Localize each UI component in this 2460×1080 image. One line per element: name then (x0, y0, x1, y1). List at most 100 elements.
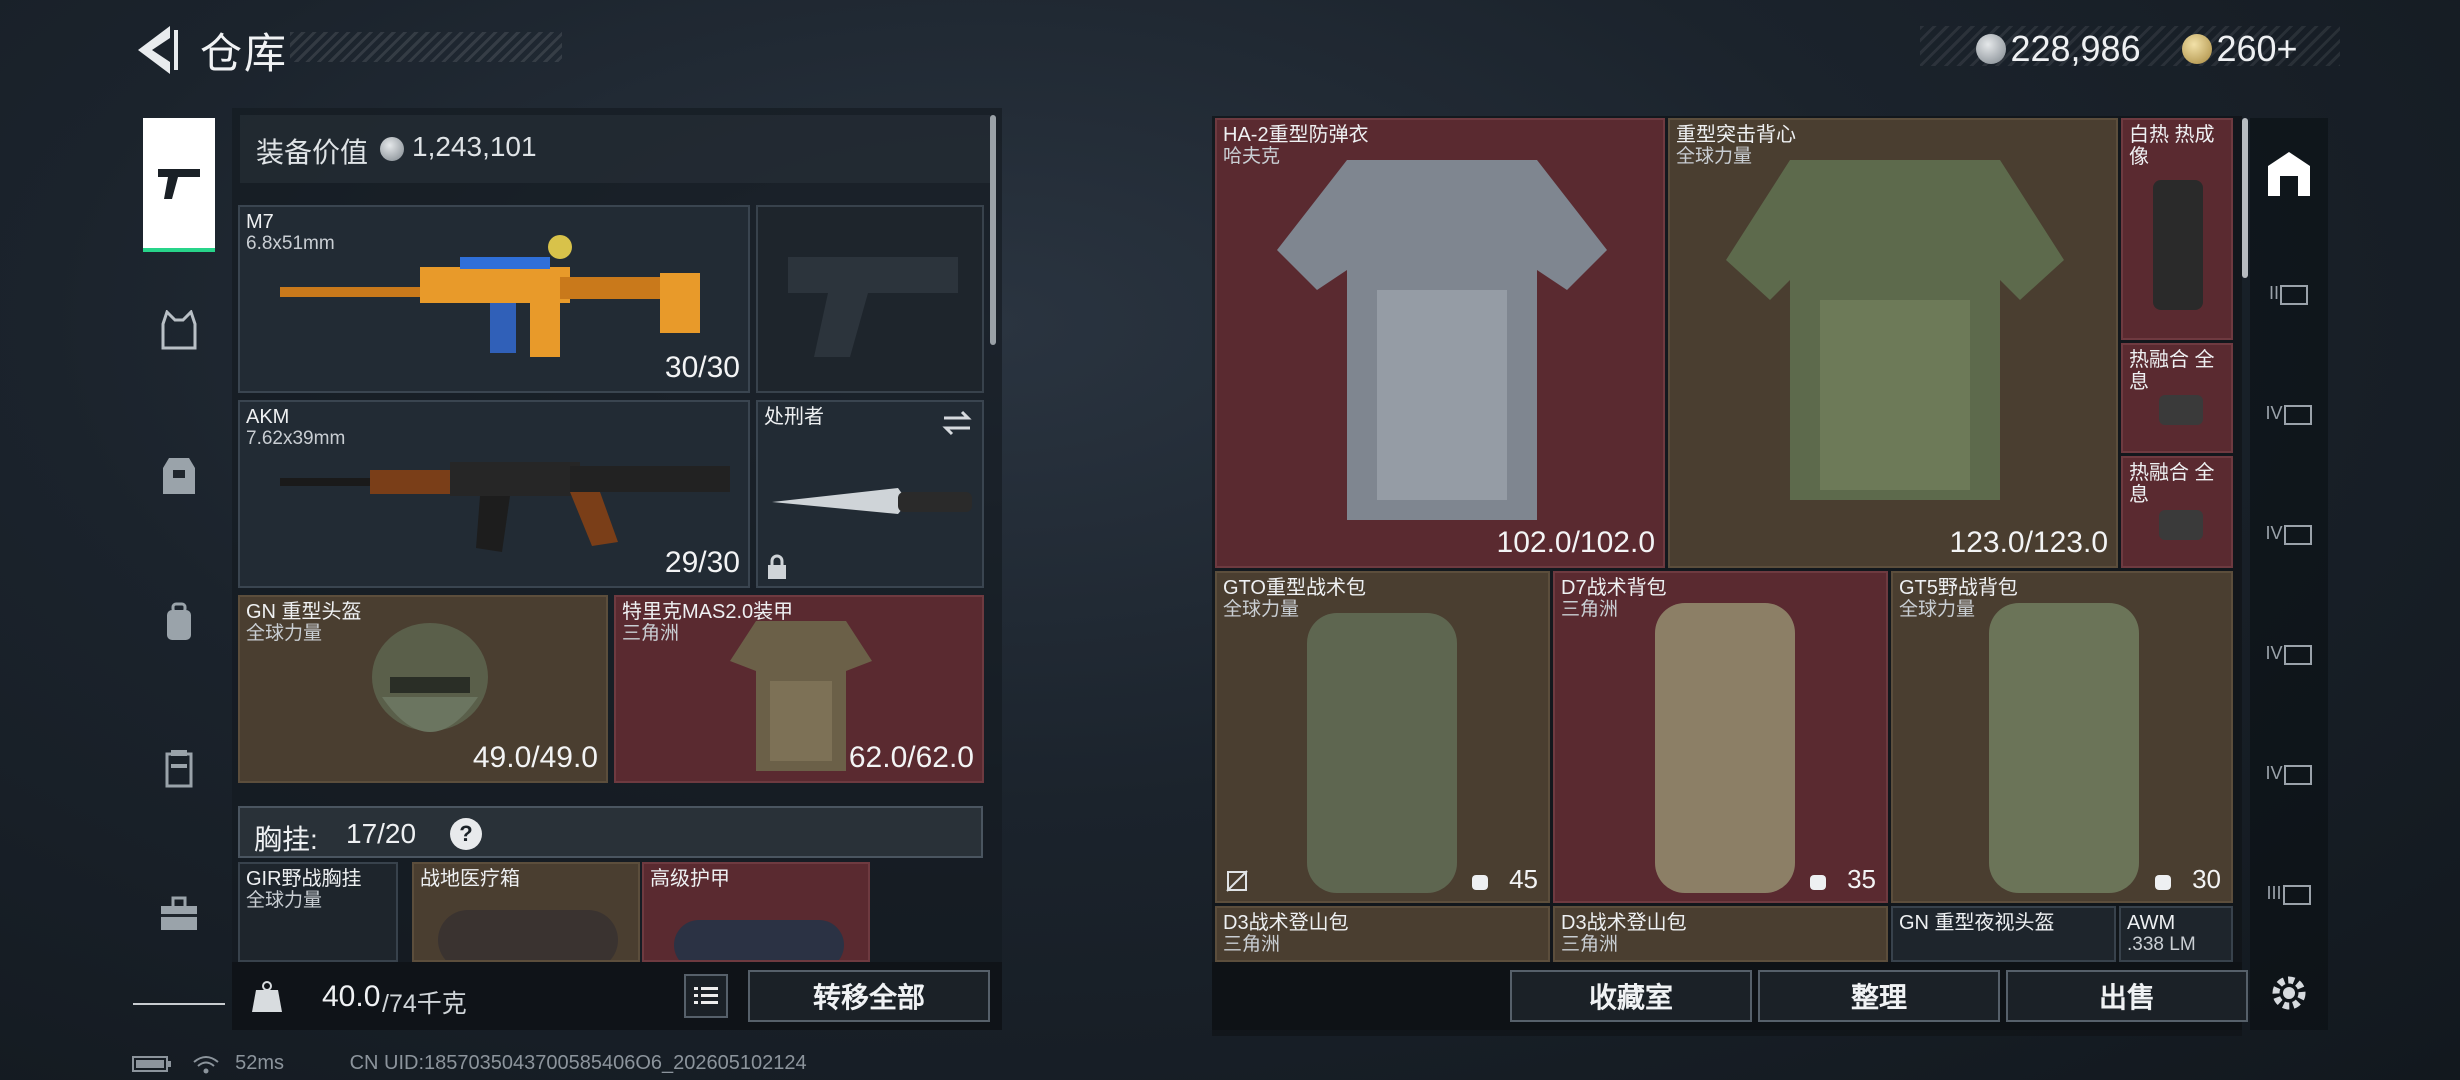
list-item[interactable]: GIR野战胸挂 全球力量 (238, 862, 398, 962)
stash-page-sidebar: II IV IV IV IV III (2250, 118, 2328, 1030)
capacity-icon (2155, 875, 2171, 890)
title-stripe (290, 32, 562, 62)
stash-page-7[interactable]: III (2264, 868, 2314, 918)
help-icon[interactable]: ? (450, 818, 482, 850)
organize-button[interactable]: 整理 (1758, 970, 2000, 1022)
ping-text: 52ms (235, 1052, 285, 1074)
capacity-icon (1472, 875, 1488, 890)
chest-rig-count: 17/20 (346, 818, 417, 849)
uid-text: CN UID:1857035043700585406O6_20260510212… (349, 1052, 807, 1074)
slot-primary-weapon[interactable]: M7 6.8x51mm 30/30 (238, 205, 750, 393)
stash-item[interactable]: 重型突击背心 全球力量 123.0/123.0 (1668, 118, 2118, 568)
transfer-all-button[interactable]: 转移全部 (748, 970, 990, 1022)
stash-item[interactable]: D3战术登山包 三角洲 (1215, 906, 1550, 962)
weight-bar: 40.0 /74千克 转移全部 (232, 962, 1002, 1030)
equipment-value-bar: 装备价值 1,243,101 (240, 115, 990, 183)
list-item[interactable]: 战地医疗箱 (412, 862, 640, 962)
back-button[interactable] (130, 22, 180, 78)
briefcase-icon (161, 896, 197, 930)
stash-item[interactable]: 白热 热成像 (2121, 118, 2233, 340)
stash-item[interactable]: D3战术登山包 三角洲 (1553, 906, 1888, 962)
category-case[interactable] (143, 878, 215, 950)
equip-value-label: 装备价值 (256, 137, 369, 168)
stash-page-5[interactable]: IV (2264, 628, 2314, 678)
weight-max: /74千克 (382, 990, 467, 1018)
vest-icon (161, 310, 197, 350)
knife-image (772, 488, 972, 514)
chest-rig-bar: 胸挂: 17/20 ? (238, 806, 983, 858)
weight-icon (252, 981, 282, 1012)
slot-helmet[interactable]: GN 重型头盔 全球力量 49.0/49.0 (238, 595, 608, 783)
left-scrollbar[interactable] (990, 115, 996, 345)
holo-sight-image (2159, 395, 2203, 425)
stash-page-2[interactable]: II (2264, 268, 2314, 318)
slot-pistol[interactable] (756, 205, 984, 393)
stash-item[interactable]: AWM .338 LM (2119, 906, 2233, 962)
armor-ha2-image (1277, 160, 1607, 520)
sell-button[interactable]: 出售 (2006, 970, 2248, 1022)
page-title: 仓库 (200, 30, 289, 77)
backpack-icon (167, 602, 191, 640)
currency-tekniq[interactable]: 228,986 (1976, 28, 2141, 70)
stash-page-3[interactable]: IV (2264, 388, 2314, 438)
category-backpack[interactable] (143, 586, 215, 658)
stash-item[interactable]: 热融合 全息 (2121, 343, 2233, 453)
thermal-scope-image (2153, 180, 2203, 310)
pistol-silhouette-icon (788, 257, 958, 357)
stash-item[interactable]: D7战术背包 三角洲 35 (1553, 571, 1888, 903)
armor-icon (163, 458, 195, 494)
stash-scrollbar[interactable] (2242, 118, 2248, 278)
category-weapons[interactable] (143, 118, 215, 252)
swap-icon[interactable] (940, 410, 974, 436)
category-sidebar (133, 108, 225, 1008)
list-view-button[interactable] (684, 974, 728, 1018)
armor-assault-vest-image (1726, 160, 2064, 500)
slot-body-armor[interactable]: 特里克MAS2.0装甲 三角洲 62.0/62.0 (614, 595, 984, 783)
wifi-icon (192, 1055, 219, 1074)
category-armor[interactable] (143, 440, 215, 512)
backpack-gt5-image (1989, 603, 2139, 893)
pistol-icon (158, 169, 200, 199)
equip-value: 1,243,101 (412, 131, 537, 162)
stash-page-4[interactable]: IV (2264, 508, 2314, 558)
currency-premium[interactable]: 260+ (2182, 28, 2298, 70)
stash-item[interactable]: GN 重型夜视头盔 (1891, 906, 2116, 962)
battery-icon (132, 1055, 171, 1072)
back-arrow-icon (138, 26, 178, 74)
slot-secondary-weapon[interactable]: AKM 7.62x39mm 29/30 (238, 400, 750, 588)
category-chest-rig[interactable] (143, 294, 215, 366)
collection-button[interactable]: 收藏室 (1510, 970, 1752, 1022)
list-icon (694, 987, 718, 1004)
capacity-icon (1810, 875, 1826, 890)
list-item[interactable]: 高级护甲 (642, 862, 870, 962)
stash-item[interactable]: HA-2重型防弹衣 哈夫克 102.0/102.0 (1215, 118, 1665, 568)
add-currency-button[interactable]: + (2277, 28, 2298, 69)
warehouse-icon (2268, 152, 2310, 196)
stash-item[interactable]: GTO重型战术包 全球力量 45 (1215, 571, 1550, 903)
settings-button[interactable] (2264, 968, 2314, 1018)
stash-action-bar: 收藏室 整理 出售 (1212, 962, 2248, 1030)
gear-icon (2272, 976, 2306, 1010)
backpack-gto-image (1307, 613, 1457, 893)
slot-melee[interactable]: 处刑者 (756, 400, 984, 588)
stash-page-6[interactable]: IV (2264, 748, 2314, 798)
weight-current: 40.0 (322, 980, 381, 1013)
chest-rig-label: 胸挂: (254, 824, 318, 855)
stash-tab-icon (2283, 525, 2312, 545)
medkit-image (438, 910, 618, 960)
sidebar-divider (133, 1003, 225, 1005)
status-bar: 52ms CN UID:1857035043700585406O6_202605… (132, 1052, 807, 1075)
category-container[interactable] (143, 732, 215, 804)
coin-icon (380, 137, 404, 161)
stash-tab-icon (2282, 885, 2311, 905)
stash-item[interactable]: 热融合 全息 (2121, 456, 2233, 568)
stash-tab-icon (2283, 765, 2312, 785)
stash-page-home[interactable] (2264, 148, 2314, 198)
stash-item[interactable]: GT5野战背包 全球力量 30 (1891, 571, 2233, 903)
rifle-m7-image (280, 235, 700, 357)
lock-icon (768, 554, 786, 579)
gold-coin-icon (2182, 34, 2212, 64)
holo-sight-image (2159, 510, 2203, 540)
no-insure-icon (1226, 870, 1248, 892)
armor-item-image (674, 920, 844, 960)
